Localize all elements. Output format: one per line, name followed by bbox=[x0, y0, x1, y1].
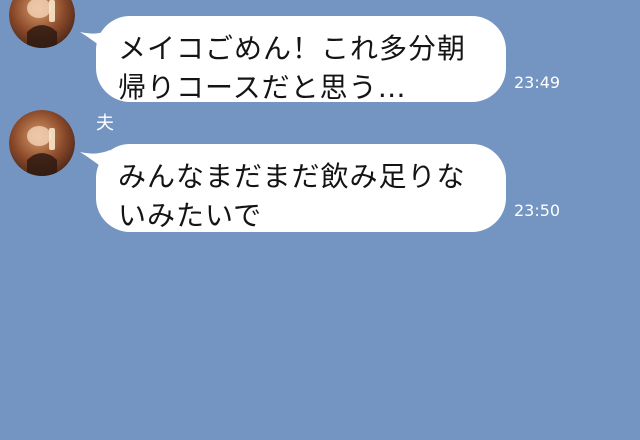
message-line: メイコごめん！これ多分朝 bbox=[118, 32, 467, 65]
message-bubble[interactable]: みんなまだまだ飲み足りな いみたいで bbox=[96, 144, 506, 232]
message-row: 夫 みんなまだまだ飲み足りな いみたいで 23:50 bbox=[0, 110, 640, 240]
message-bubble[interactable]: メイコごめん！これ多分朝 帰りコースだと思う… bbox=[96, 16, 506, 104]
sender-name: 夫 bbox=[96, 113, 114, 134]
chat-area[interactable]: メイコごめん！これ多分朝 帰りコースだと思う… 23:49 夫 みんなまだまだ飲… bbox=[0, 0, 640, 440]
timestamp: 23:50 bbox=[514, 201, 561, 220]
message-row: メイコごめん！これ多分朝 帰りコースだと思う… 23:49 bbox=[0, 0, 640, 110]
timestamp: 23:49 bbox=[514, 73, 561, 92]
avatar[interactable] bbox=[9, 110, 75, 176]
avatar-photo-icon bbox=[9, 110, 75, 176]
message-line: 帰りコースだと思う… bbox=[118, 71, 407, 104]
avatar[interactable] bbox=[9, 0, 75, 48]
message-line: みんなまだまだ飲み足りな bbox=[118, 160, 466, 193]
avatar-photo-icon bbox=[9, 0, 75, 48]
message-line: いみたいで bbox=[118, 199, 263, 232]
